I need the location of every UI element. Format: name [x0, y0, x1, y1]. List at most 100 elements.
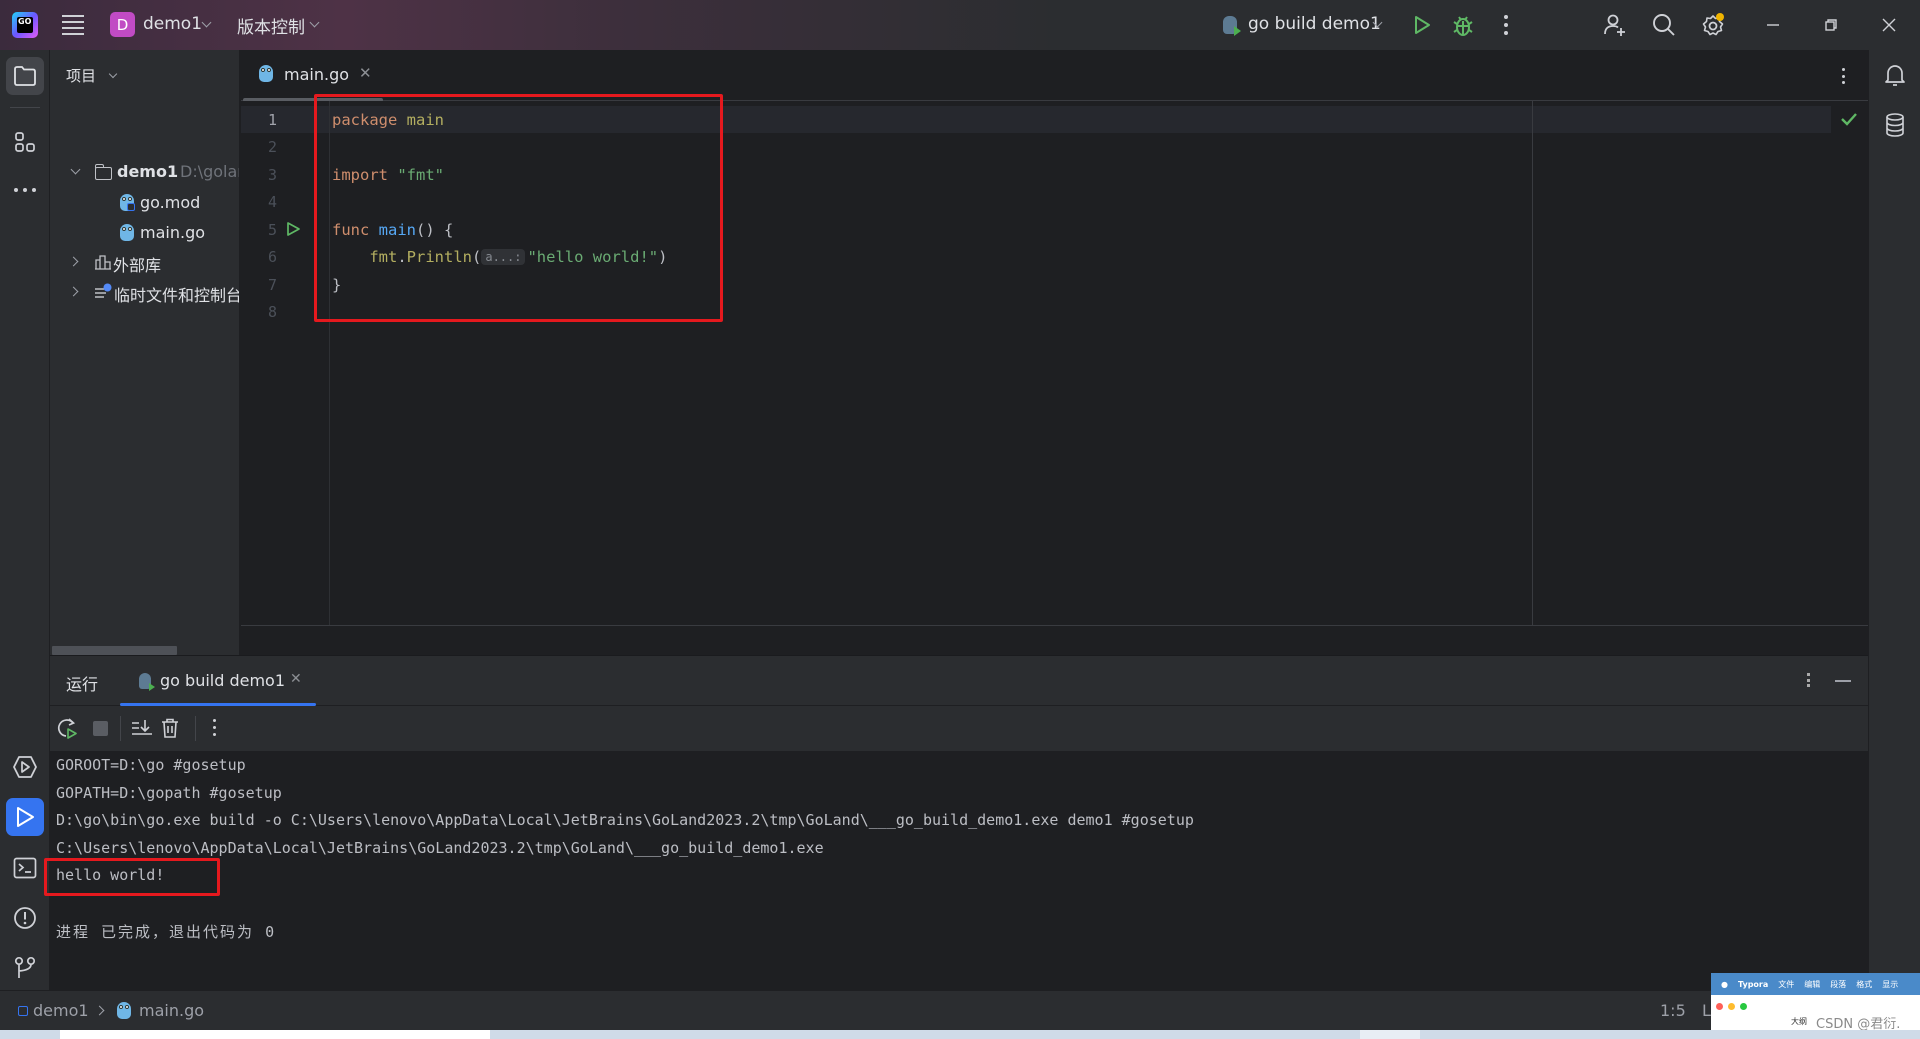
tree-item-demo1[interactable]: demo1 D:\golar [50, 158, 240, 186]
minimize-panel-icon[interactable] [1835, 680, 1851, 682]
close-tab-icon[interactable]: ✕ [290, 671, 302, 687]
tab-label: main.go [284, 65, 350, 84]
close-tab-icon[interactable]: ✕ [359, 64, 372, 82]
gutter-run-icon[interactable] [285, 221, 301, 237]
run-tab-label: go build demo1 [160, 671, 286, 690]
line-number: 5 [267, 220, 277, 239]
title-bar: GO D demo1 版本控制 go build demo1 [0, 0, 1920, 50]
stop-icon[interactable] [93, 721, 108, 736]
tree-item-path: D:\golar [180, 162, 240, 181]
highlight-box-output [44, 858, 220, 896]
run-icon[interactable] [1411, 14, 1433, 36]
gopher-file-icon [117, 1002, 131, 1019]
restore-icon[interactable] [1818, 12, 1844, 38]
project-tool-button[interactable] [6, 57, 44, 95]
tree-item-label: go.mod [140, 193, 201, 212]
close-icon[interactable] [1876, 12, 1902, 38]
tree-item-scratches[interactable]: 临时文件和控制台 [50, 278, 240, 306]
problems-icon [14, 907, 36, 929]
typora-menubar: ● Typora 文件 编辑 段落 格式 显示 [1711, 973, 1920, 995]
rerun-icon[interactable] [56, 717, 78, 739]
more-tools-button[interactable] [6, 171, 44, 209]
run-panel: 运行 go build demo1 ✕ GOROOT=D:\go #gosetu… [50, 655, 1868, 990]
highlight-box-code [314, 94, 723, 322]
typora-menu-item: 文件 [1778, 979, 1795, 989]
chevron-right-icon [94, 1005, 105, 1016]
gopher-file-icon [259, 65, 273, 82]
inspection-ok-icon[interactable] [1836, 106, 1862, 132]
chevron-right-icon[interactable] [68, 286, 79, 297]
app-logo[interactable]: GO [12, 12, 38, 38]
tree-item-label: 临时文件和控制台 [114, 286, 240, 305]
library-icon [95, 255, 111, 270]
breadcrumb-file[interactable]: main.go [139, 1001, 204, 1020]
more-icon[interactable] [1807, 673, 1811, 687]
clear-icon[interactable] [159, 717, 181, 739]
project-badge[interactable]: D [110, 12, 135, 37]
run-config-selector[interactable]: go build demo1 [1248, 14, 1381, 34]
git-icon [14, 956, 36, 978]
chevron-down-icon[interactable] [201, 17, 212, 28]
vcs-menu[interactable]: 版本控制 [237, 13, 305, 38]
divider [195, 716, 196, 741]
add-user-icon[interactable] [1602, 12, 1628, 38]
breadcrumb-project[interactable]: demo1 [33, 1001, 89, 1020]
run-panel-header: 运行 go build demo1 ✕ [50, 656, 1868, 706]
database-icon[interactable] [1882, 112, 1908, 138]
project-panel-title[interactable]: 项目 [66, 65, 96, 86]
horizontal-scrollbar[interactable] [52, 646, 177, 655]
caret-position[interactable]: 1:5 [1660, 1001, 1686, 1020]
go-run-config-icon [139, 673, 155, 691]
gopher-file-icon [120, 224, 134, 241]
project-switcher[interactable]: demo1 [143, 14, 202, 34]
taskbar-window [60, 1030, 490, 1039]
line-number: 4 [267, 192, 277, 211]
scroll-to-end-icon[interactable] [131, 717, 153, 739]
tree-item-label: 外部库 [113, 256, 162, 275]
chevron-down-icon[interactable] [309, 17, 320, 28]
tree-item-main-go[interactable]: main.go [50, 219, 239, 247]
window-controls [1716, 1003, 1752, 1010]
run-icon [17, 807, 34, 827]
notifications-icon[interactable] [1882, 62, 1908, 88]
typora-menu-item: 显示 [1882, 979, 1899, 989]
project-panel: 项目 demo1 D:\golar go.mod main.go 外部库 临时文… [50, 50, 240, 655]
line-separator[interactable]: L [1702, 1001, 1711, 1020]
tab-options-icon[interactable] [1842, 68, 1846, 84]
debug-icon[interactable] [1451, 12, 1475, 38]
typora-outline-label: 大纲 [1791, 1017, 1807, 1026]
tree-item-go-mod[interactable]: go.mod [50, 189, 239, 217]
minimize-icon[interactable] [1760, 12, 1786, 38]
editor-spacer [241, 626, 1868, 655]
module-icon [18, 1006, 28, 1016]
tree-item-label: main.go [140, 223, 206, 242]
run-toolbar [50, 706, 1868, 751]
chevron-down-icon[interactable] [108, 69, 118, 79]
more-icon[interactable] [213, 719, 217, 736]
structure-tool-button[interactable] [6, 123, 44, 161]
chevron-down-icon[interactable] [70, 164, 81, 175]
apple-icon: ● [1721, 979, 1728, 989]
typora-menu-item: Typora [1737, 979, 1769, 989]
minimize-dot-icon [1728, 1003, 1735, 1010]
more-icon[interactable] [1504, 15, 1508, 35]
main-menu-icon[interactable] [62, 15, 84, 35]
services-tool-button[interactable] [6, 748, 44, 786]
chevron-right-icon[interactable] [68, 256, 79, 267]
console-line: D:\go\bin\go.exe build -o C:\Users\lenov… [56, 811, 1194, 829]
folder-icon [94, 164, 112, 180]
line-number: 1 [267, 110, 277, 129]
run-panel-title: 运行 [66, 675, 99, 694]
tab-main-go[interactable]: main.go ✕ [241, 50, 383, 102]
settings-icon[interactable] [1700, 12, 1726, 38]
tree-item-external-libraries[interactable]: 外部库 [50, 248, 239, 276]
search-icon[interactable] [1651, 12, 1677, 38]
git-tool-button[interactable] [6, 949, 44, 987]
terminal-tool-button[interactable] [6, 849, 44, 887]
divider [120, 716, 121, 741]
line-number: 3 [267, 165, 277, 184]
terminal-icon [13, 857, 37, 879]
problems-tool-button[interactable] [6, 899, 44, 937]
typora-menu-item: 格式 [1856, 979, 1873, 989]
run-tool-button[interactable] [6, 798, 44, 836]
